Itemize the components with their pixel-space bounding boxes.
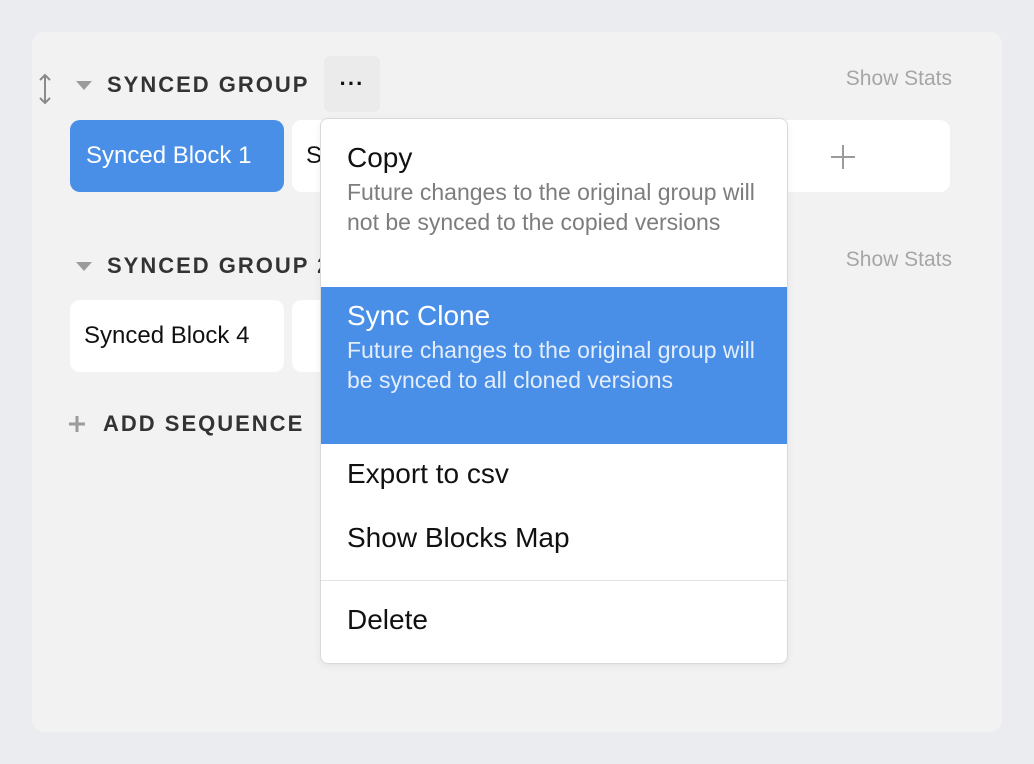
synced-block-1[interactable]: Synced Block 1	[70, 120, 284, 192]
add-block-plus-icon[interactable]	[830, 144, 856, 170]
group-options-menu: Copy Future changes to the original grou…	[320, 118, 788, 664]
menu-item-title: Copy	[347, 142, 413, 173]
vertical-resize-icon[interactable]	[36, 72, 54, 106]
menu-item-sync-clone[interactable]: Sync Clone Future changes to the origina…	[321, 287, 787, 444]
plus-icon	[69, 416, 85, 432]
show-stats-link[interactable]: Show Stats	[846, 67, 952, 91]
menu-item-export-csv[interactable]: Export to csv	[321, 457, 787, 497]
caret-down-icon[interactable]	[76, 261, 92, 271]
show-stats-link[interactable]: Show Stats	[846, 248, 952, 272]
group-header-1[interactable]: SYNCED GROUP	[76, 65, 309, 105]
group-header-2[interactable]: SYNCED GROUP 2	[76, 246, 331, 286]
menu-item-show-blocks-map[interactable]: Show Blocks Map	[321, 521, 787, 561]
caret-down-icon[interactable]	[76, 80, 92, 90]
menu-item-delete[interactable]: Delete	[321, 603, 787, 643]
group-title: SYNCED GROUP	[107, 72, 310, 97]
menu-item-copy[interactable]: Copy Future changes to the original grou…	[321, 141, 787, 287]
menu-item-title: Export to csv	[347, 458, 509, 489]
synced-block-4[interactable]: Synced Block 4	[70, 300, 284, 372]
add-sequence-button[interactable]: ADD SEQUENCE	[68, 404, 304, 444]
menu-item-description: Future changes to the original group wil…	[347, 337, 755, 393]
more-options-button[interactable]: ···	[324, 56, 380, 112]
menu-item-description: Future changes to the original group wil…	[347, 179, 755, 235]
menu-item-title: Delete	[347, 604, 428, 635]
menu-item-title: Show Blocks Map	[347, 522, 570, 553]
group-title: SYNCED GROUP 2	[107, 253, 332, 278]
menu-divider	[321, 580, 787, 581]
menu-item-title: Sync Clone	[347, 300, 491, 331]
add-sequence-label: ADD SEQUENCE	[103, 411, 305, 436]
